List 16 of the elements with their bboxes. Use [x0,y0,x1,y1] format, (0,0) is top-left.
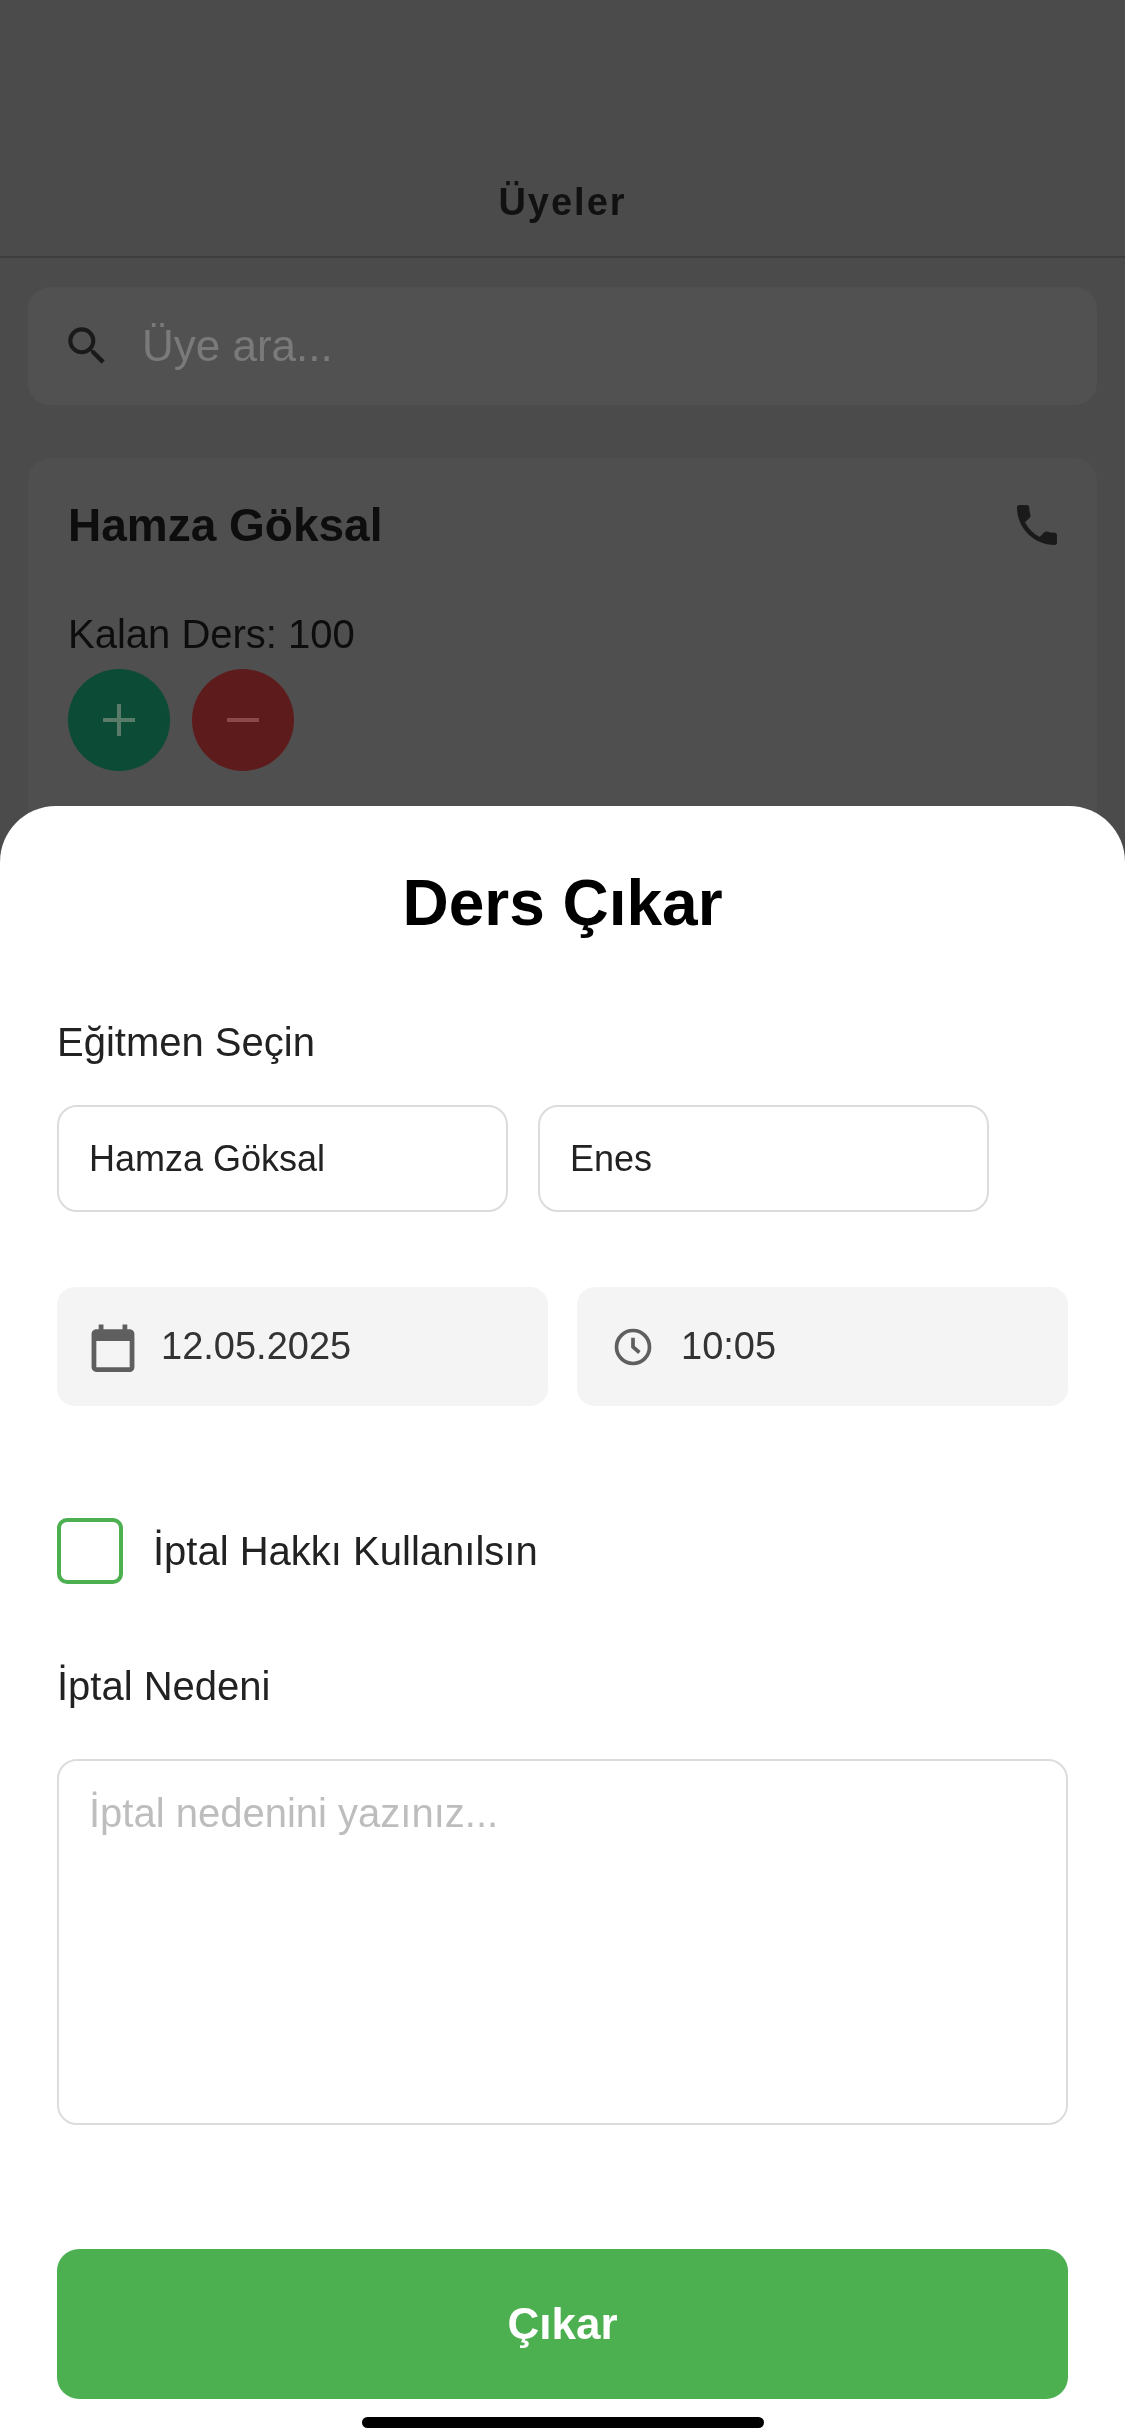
minus-icon [227,718,259,722]
instructor-option[interactable]: Enes [538,1105,989,1212]
calendar-icon [91,1321,135,1372]
reason-field[interactable]: İptal nedenini yazınız... [57,1759,1068,2125]
instructor-option[interactable]: Hamza Göksal [57,1105,508,1212]
reason-label: İptal Nedeni [57,1664,272,1709]
remaining-lessons: Kalan Ders: 100 [68,612,356,657]
member-name: Hamza Göksal [68,498,383,552]
sheet-title: Ders Çıkar [401,866,724,940]
phone-icon[interactable] [1017,505,1057,545]
screen-title: Üyeler [498,181,627,224]
date-field[interactable]: 12.05.2025 [57,1287,548,1406]
checkbox-label: İptal Hakkı Kullanılsın [153,1528,538,1574]
checkbox[interactable] [57,1518,123,1584]
time-field[interactable]: 10:05 [577,1287,1068,1406]
instructor-label: Eğitmen Seçin [57,1020,316,1065]
